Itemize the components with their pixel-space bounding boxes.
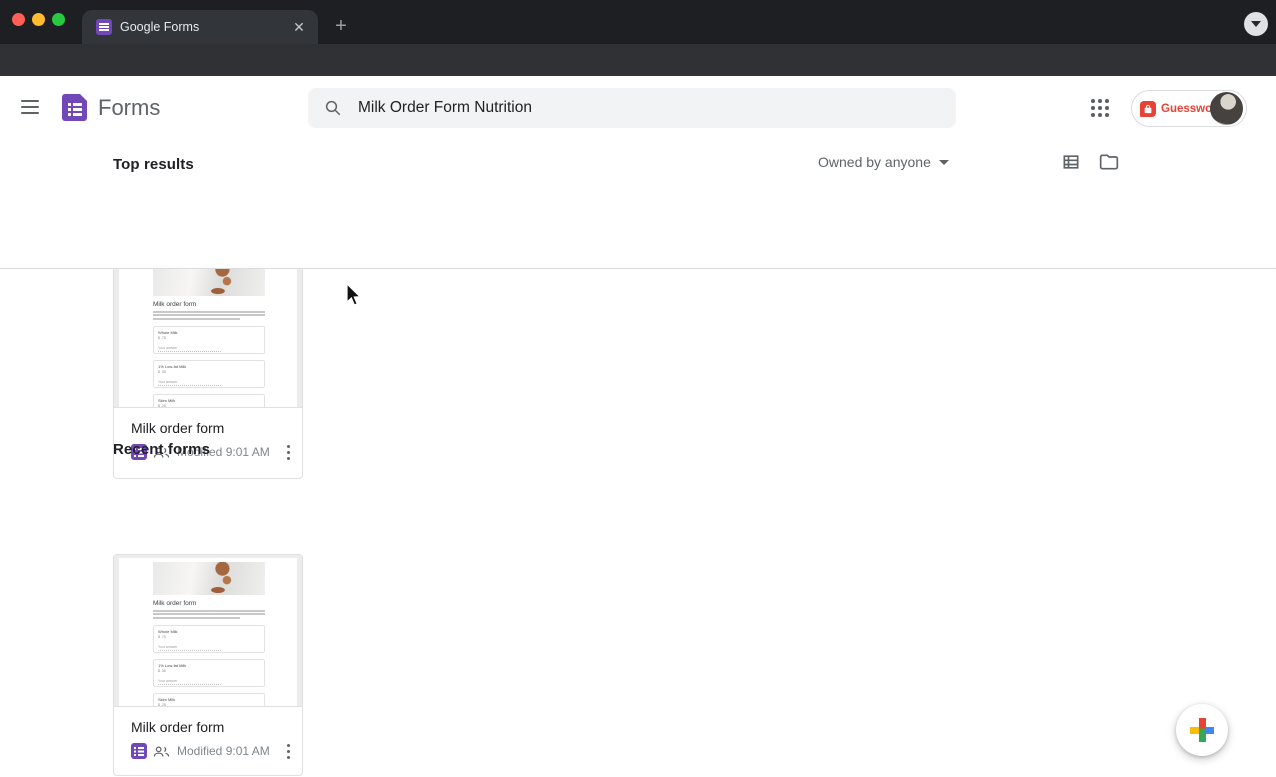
main-menu-button[interactable] [21,100,39,114]
list-view-icon[interactable] [1061,152,1081,172]
thumbnail-description-lines [153,610,265,619]
guesswork-lock-icon [1140,101,1156,117]
form-thumbnail: Milk order form Whole Milk$ .75Your answ… [114,555,302,707]
card-menu-button[interactable] [287,445,291,461]
tab-title: Google Forms [120,20,284,34]
new-tab-button[interactable]: + [330,16,352,38]
account-avatar[interactable] [1210,92,1243,125]
search-bar[interactable] [308,88,956,128]
tab-close-icon[interactable]: ✕ [290,18,308,36]
form-card-title: Milk order form [131,719,285,735]
thumbnail-question: Skim Milk$ .25 [153,394,265,408]
google-apps-icon[interactable] [1091,99,1109,117]
thumbnail-form-title: Milk order form [153,600,265,607]
recent-forms-heading: Recent forms [113,441,210,458]
thumbnail-banner-image [153,562,265,595]
form-card-recent[interactable]: Milk order form Whole Milk$ .75Your answ… [113,554,303,776]
thumbnail-banner-image [153,269,265,296]
modified-timestamp: Modified 9:01 AM [177,744,270,758]
caret-down-icon [939,160,949,165]
forms-home-page: Forms Guesswork Top results Owned by any… [0,76,1276,777]
thumbnail-form-title: Milk order form [153,301,265,308]
top-results-heading: Top results [113,156,194,173]
form-card-title: Milk order form [131,420,285,436]
shared-people-icon [153,745,170,758]
search-icon [324,99,342,117]
thumbnail-question: 1% Low-fat Milk$ .35Your answer [153,360,265,388]
form-thumbnail: Milk order form Whole Milk$ .75Your answ… [114,269,302,408]
account-pill[interactable]: Guesswork [1131,90,1247,127]
thumbnail-question: 1% Low-fat Milk$ .35Your answer [153,659,265,687]
window-zoom-button[interactable] [52,13,65,26]
thumbnail-question: Whole Milk$ .75Your answer [153,326,265,354]
forms-favicon-icon [96,19,112,35]
plus-icon [1199,718,1206,742]
owner-filter-label: Owned by anyone [818,154,931,170]
window-minimize-button[interactable] [32,13,45,26]
search-input[interactable] [358,99,940,117]
thumbnail-question: Whole Milk$ .75Your answer [153,625,265,653]
folder-icon[interactable] [1099,152,1119,172]
browser-toolbar: docs.google.com/forms/u/1/?q=Milk%20Orde… [0,44,1276,76]
forms-logo-icon[interactable] [62,94,87,121]
thumbnail-description-lines [153,311,265,320]
browser-tab[interactable]: Google Forms ✕ [82,10,318,44]
card-menu-button[interactable] [287,744,291,760]
browser-titlebar: Google Forms ✕ + [0,0,1276,44]
form-card-footer: Milk order form Modified 9:01 AM [114,707,302,759]
forms-file-icon [131,743,147,759]
thumbnail-question: Skim Milk$ .25 [153,693,265,707]
window-close-button[interactable] [12,13,25,26]
app-title: Forms [98,95,160,121]
owner-filter-dropdown[interactable]: Owned by anyone [818,154,949,170]
create-new-form-button[interactable] [1176,704,1228,756]
chevron-down-icon[interactable] [1244,12,1268,36]
